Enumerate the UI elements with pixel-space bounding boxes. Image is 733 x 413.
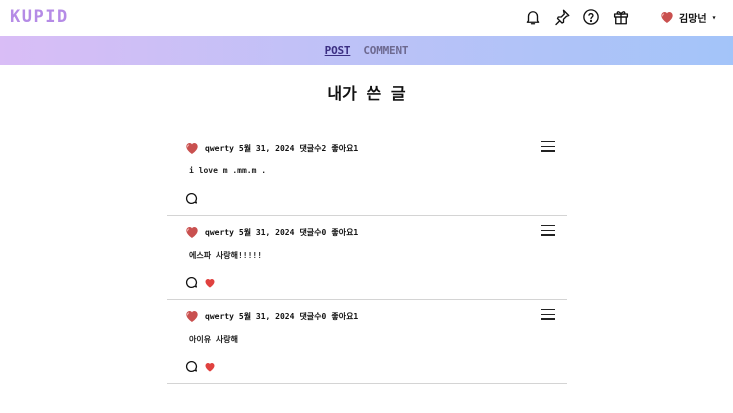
author-avatar-icon bbox=[186, 311, 198, 322]
menu-icon[interactable] bbox=[541, 225, 555, 237]
bell-icon[interactable] bbox=[524, 8, 542, 26]
post-author[interactable]: qwerty bbox=[205, 312, 234, 321]
logo[interactable]: KUPID bbox=[10, 7, 69, 27]
post-meta: qwerty 5월 31, 2024 댓글수0 좋아요1 bbox=[184, 224, 358, 240]
author-avatar-icon bbox=[186, 227, 198, 238]
post-actions bbox=[185, 360, 216, 373]
post-content[interactable]: 아이유 사랑해 bbox=[189, 334, 238, 345]
gift-icon[interactable] bbox=[612, 8, 630, 26]
post-content[interactable]: i love m .mm.m . bbox=[189, 166, 266, 175]
post-item[interactable]: qwerty 5월 31, 2024 댓글수0 좋아요1 아이유 사랑해 bbox=[167, 300, 567, 384]
post-date: 5월 31, 2024 bbox=[238, 227, 295, 237]
post-comment-count: 댓글수0 bbox=[299, 227, 327, 237]
user-name: 김망넌 bbox=[679, 13, 707, 25]
post-comment-count: 댓글수2 bbox=[299, 143, 327, 153]
post-date: 5월 31, 2024 bbox=[238, 311, 295, 321]
post-list: qwerty 5월 31, 2024 댓글수2 좋아요1 i love m .m… bbox=[167, 132, 567, 384]
post-actions bbox=[185, 192, 198, 205]
heart-icon[interactable] bbox=[204, 277, 216, 289]
help-icon[interactable] bbox=[582, 8, 600, 26]
page-title: 내가 쓴 글 bbox=[327, 84, 406, 103]
post-meta: qwerty 5월 31, 2024 댓글수0 좋아요1 bbox=[184, 308, 358, 324]
avatar-heart-icon bbox=[661, 12, 673, 23]
heart-icon[interactable] bbox=[204, 361, 216, 373]
top-bar: KUPID 김망넌 ▾ bbox=[0, 0, 733, 35]
post-item[interactable]: qwerty 5월 31, 2024 댓글수2 좋아요1 i love m .m… bbox=[167, 132, 567, 216]
post-actions bbox=[185, 276, 216, 289]
author-avatar-icon bbox=[186, 143, 198, 154]
post-item[interactable]: qwerty 5월 31, 2024 댓글수0 좋아요1 에스파 사랑해!!!!… bbox=[167, 216, 567, 300]
comment-icon[interactable] bbox=[185, 360, 198, 373]
user-menu[interactable]: 김망넌 ▾ bbox=[659, 8, 716, 26]
post-content[interactable]: 에스파 사랑해!!!!! bbox=[189, 250, 262, 261]
comment-icon[interactable] bbox=[185, 192, 198, 205]
post-comment-count: 댓글수0 bbox=[299, 311, 327, 321]
post-author[interactable]: qwerty bbox=[205, 144, 234, 153]
post-meta: qwerty 5월 31, 2024 댓글수2 좋아요1 bbox=[184, 140, 358, 156]
menu-icon[interactable] bbox=[541, 309, 555, 321]
pin-icon[interactable] bbox=[553, 8, 571, 26]
tab-bar: POST COMMENT bbox=[0, 36, 733, 65]
chevron-down-icon: ▾ bbox=[711, 12, 717, 22]
post-date: 5월 31, 2024 bbox=[238, 143, 295, 153]
tab-comment[interactable]: COMMENT bbox=[363, 44, 408, 57]
post-like-count: 좋아요1 bbox=[331, 311, 359, 321]
post-like-count: 좋아요1 bbox=[331, 227, 359, 237]
menu-icon[interactable] bbox=[541, 141, 555, 153]
post-author[interactable]: qwerty bbox=[205, 228, 234, 237]
post-like-count: 좋아요1 bbox=[331, 143, 359, 153]
comment-icon[interactable] bbox=[185, 276, 198, 289]
tab-post[interactable]: POST bbox=[325, 44, 351, 57]
